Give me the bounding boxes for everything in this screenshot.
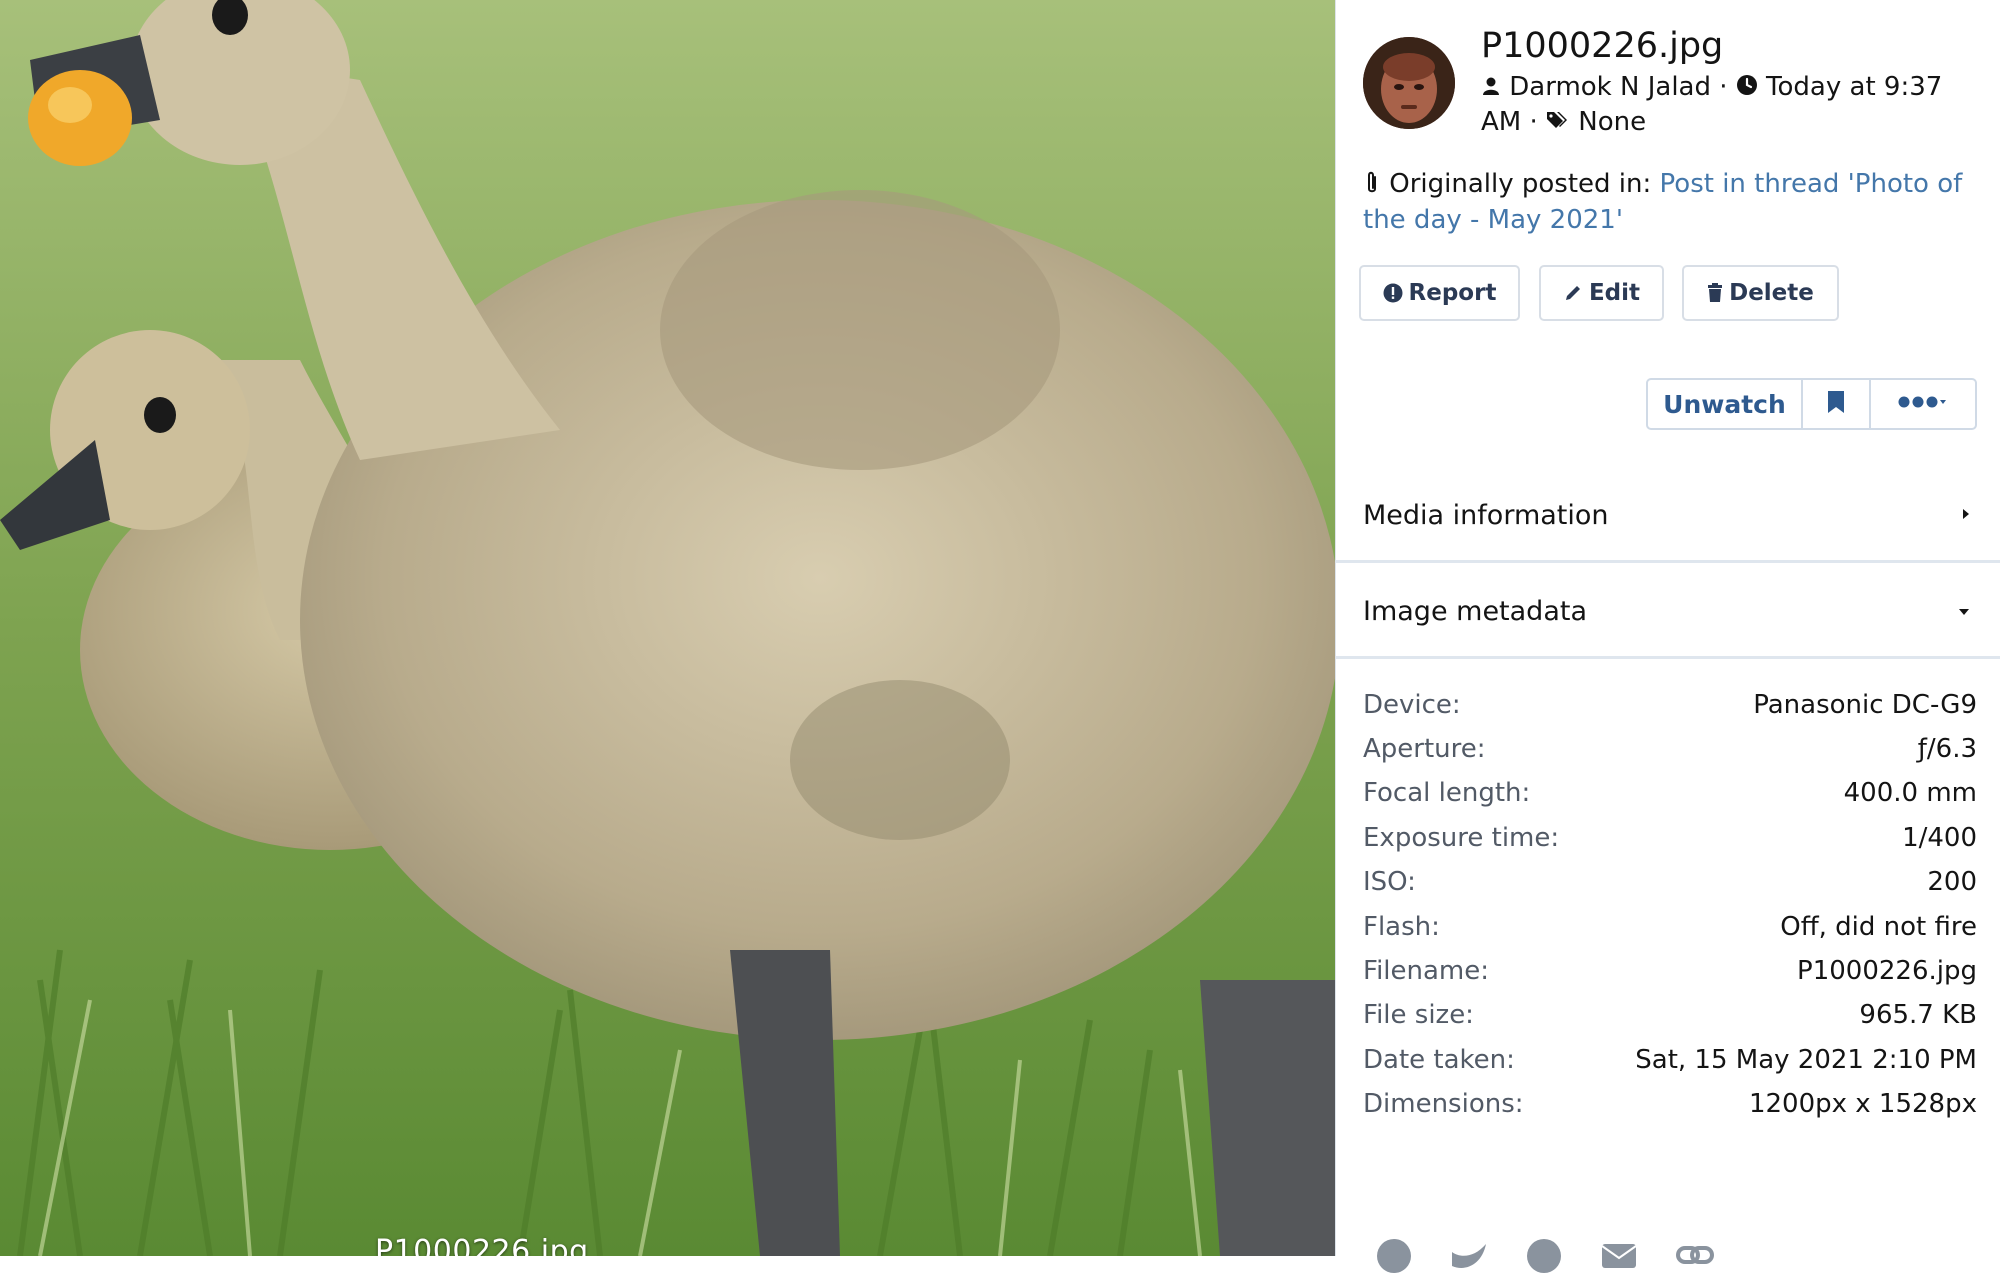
metadata-key: Date taken: — [1363, 1045, 1515, 1075]
unwatch-button[interactable]: Unwatch — [1648, 380, 1803, 428]
metadata-row: File size: 965.7 KB — [1363, 1000, 1977, 1040]
media-information-toggle[interactable]: Media information — [1336, 480, 2000, 550]
pencil-icon — [1563, 283, 1583, 303]
metadata-row: Focal length: 400.0 mm — [1363, 778, 1977, 818]
email-icon[interactable] — [1600, 1238, 1638, 1278]
photo-caption: P1000226.jpg — [375, 1234, 589, 1256]
metadata-row: Filename: P1000226.jpg — [1363, 956, 1977, 996]
media-info-panel: P1000226.jpg Darmok N Jalad · Today at 9… — [1335, 0, 2000, 1273]
metadata-value: 400.0 mm — [1843, 778, 1977, 808]
ellipsis-icon — [1898, 394, 1948, 414]
metadata-key: Device: — [1363, 690, 1461, 720]
metadata-value: Off, did not fire — [1780, 912, 1977, 942]
metadata-row: Aperture: ƒ/6.3 — [1363, 734, 1977, 774]
link-icon[interactable] — [1676, 1238, 1714, 1278]
metadata-key: Filename: — [1363, 956, 1490, 986]
metadata-key: ISO: — [1363, 867, 1416, 897]
image-metadata-label: Image metadata — [1363, 595, 1588, 627]
twitter-icon[interactable] — [1450, 1238, 1488, 1278]
user-icon — [1481, 71, 1501, 105]
goslings-photo — [0, 0, 1335, 1256]
metadata-value: ƒ/6.3 — [1917, 734, 1977, 764]
media-image[interactable]: P1000226.jpg — [0, 0, 1335, 1256]
meta-separator: · — [1719, 72, 1728, 102]
metadata-key: Focal length: — [1363, 778, 1531, 808]
metadata-key: Exposure time: — [1363, 823, 1560, 853]
metadata-value: Sat, 15 May 2021 2:10 PM — [1635, 1045, 1977, 1075]
metadata-value: Panasonic DC-G9 — [1753, 690, 1977, 720]
metadata-value: 965.7 KB — [1859, 1000, 1977, 1030]
reddit-icon[interactable] — [1526, 1238, 1562, 1278]
metadata-key: Dimensions: — [1363, 1089, 1524, 1119]
metadata-value: P1000226.jpg — [1797, 956, 1977, 986]
posted-label: Originally posted in: — [1389, 169, 1652, 199]
media-meta: Darmok N Jalad · Today at 9:37 AM · None — [1481, 70, 1976, 139]
metadata-row: Flash: Off, did not fire — [1363, 912, 1977, 952]
metadata-row: ISO: 200 — [1363, 867, 1977, 907]
metadata-row: Exposure time: 1/400 — [1363, 823, 1977, 863]
trash-icon — [1707, 283, 1723, 303]
alert-circle-icon — [1383, 283, 1403, 303]
section-divider — [1336, 560, 2000, 563]
delete-label: Delete — [1729, 280, 1814, 306]
report-button[interactable]: Report — [1359, 265, 1520, 321]
edit-label: Edit — [1588, 280, 1641, 306]
bookmark-icon — [1827, 390, 1845, 418]
image-metadata-toggle[interactable]: Image metadata — [1336, 576, 2000, 646]
media-information-label: Media information — [1363, 499, 1609, 531]
metadata-row: Device: Panasonic DC-G9 — [1363, 690, 1977, 730]
metadata-key: Flash: — [1363, 912, 1440, 942]
caret-right-icon — [1961, 506, 1971, 525]
metadata-key: Aperture: — [1363, 734, 1486, 764]
author-link[interactable]: Darmok N Jalad — [1509, 72, 1711, 102]
bookmark-button[interactable] — [1803, 380, 1871, 428]
metadata-key: File size: — [1363, 1000, 1474, 1030]
share-bar — [1376, 1238, 1714, 1278]
watch-button-group: Unwatch — [1646, 378, 1977, 430]
metadata-row: Date taken: Sat, 15 May 2021 2:10 PM — [1363, 1045, 1977, 1085]
report-label: Report — [1408, 280, 1497, 306]
metadata-row: Dimensions: 1200px x 1528px — [1363, 1089, 1977, 1129]
meta-separator: · — [1529, 106, 1538, 137]
metadata-value: 1200px x 1528px — [1748, 1089, 1977, 1119]
more-options-button[interactable] — [1871, 380, 1975, 428]
caret-down-icon — [1957, 602, 1971, 621]
originally-posted: Originally posted in: Post in thread 'Ph… — [1363, 166, 1963, 238]
metadata-value: 1/400 — [1902, 823, 1977, 853]
tags-value: None — [1578, 106, 1647, 137]
clock-icon — [1736, 71, 1758, 105]
facebook-icon[interactable] — [1376, 1238, 1412, 1278]
media-title: P1000226.jpg — [1481, 26, 1724, 66]
edit-button[interactable]: Edit — [1539, 265, 1664, 321]
metadata-value: 200 — [1927, 867, 1977, 897]
delete-button[interactable]: Delete — [1682, 265, 1839, 321]
avatar-image — [1363, 37, 1455, 129]
section-divider — [1336, 656, 2000, 659]
tags-icon — [1546, 105, 1570, 139]
paperclip-icon — [1363, 169, 1389, 199]
avatar[interactable] — [1363, 37, 1455, 129]
